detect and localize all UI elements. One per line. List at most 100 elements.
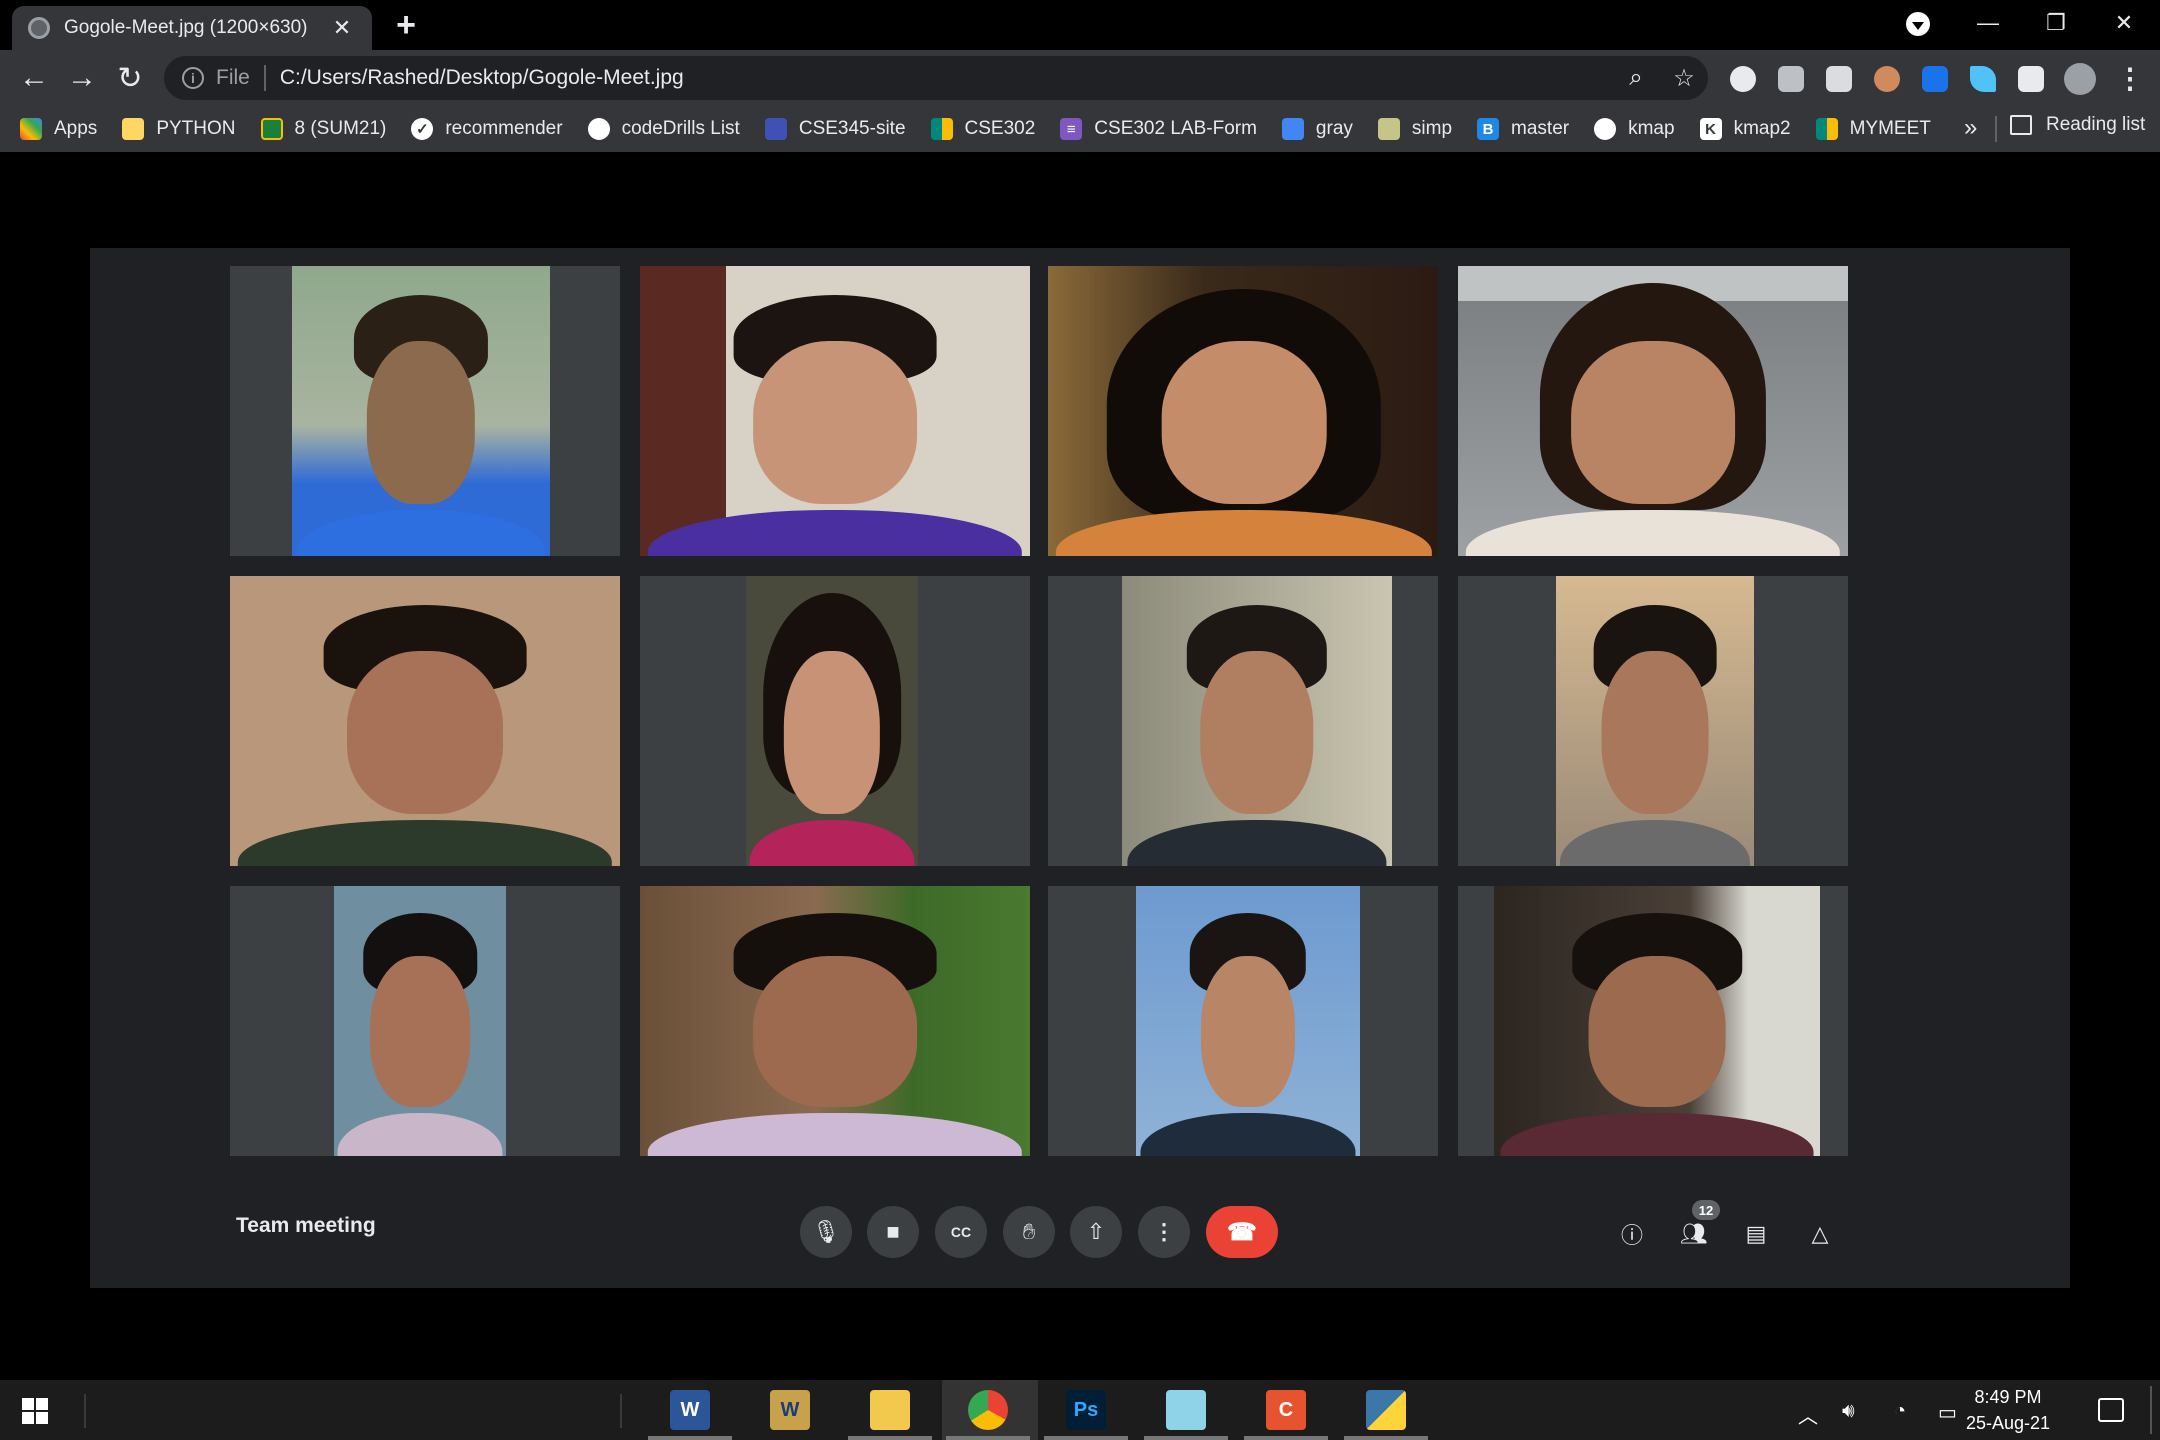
running-indicator bbox=[1244, 1436, 1328, 1440]
back-icon[interactable]: ← bbox=[14, 58, 54, 98]
bookmark-kmap2[interactable]: Kkmap2 bbox=[1699, 118, 1791, 140]
participant-tile bbox=[230, 576, 620, 866]
address-bar[interactable]: i File C:/Users/Rashed/Desktop/Gogole-Me… bbox=[164, 56, 1708, 100]
end-call-button[interactable]: ☎ bbox=[1206, 1206, 1278, 1258]
captions-icon[interactable]: CC bbox=[935, 1206, 987, 1258]
battery-icon[interactable]: ▭ bbox=[1938, 1400, 1957, 1425]
extension-feather-icon[interactable] bbox=[1970, 66, 1996, 92]
bookmark-apps[interactable]: Apps bbox=[20, 118, 97, 140]
meeting-info-icon[interactable]: ⓘ bbox=[1614, 1216, 1650, 1252]
meeting-title: Team meeting bbox=[236, 1214, 376, 1237]
extension-glasses-icon[interactable] bbox=[1730, 66, 1756, 92]
zoom-icon[interactable]: ⌕ bbox=[1612, 64, 1660, 92]
forward-icon[interactable]: → bbox=[62, 58, 102, 98]
more-options-icon[interactable]: ⋮ bbox=[1138, 1206, 1190, 1258]
extension-shield-icon[interactable] bbox=[1826, 66, 1852, 92]
running-indicator bbox=[1144, 1436, 1228, 1440]
python-icon[interactable] bbox=[1366, 1390, 1406, 1430]
bookmark-mymeet[interactable]: MYMEET bbox=[1815, 118, 1931, 140]
bookmark-cse302-lab-form[interactable]: ≡ CSE302 LAB-Form bbox=[1060, 118, 1257, 140]
profile-avatar[interactable] bbox=[2064, 63, 2096, 95]
participant-tile bbox=[1048, 576, 1438, 866]
raise-hand-icon[interactable]: ✋︎ bbox=[1003, 1206, 1055, 1258]
omnibox-divider bbox=[263, 65, 266, 91]
participants-icon[interactable]: 👥︎ bbox=[1676, 1216, 1712, 1252]
shirt bbox=[1055, 509, 1433, 556]
bookmark-cse345-site[interactable]: CSE345-site bbox=[764, 118, 906, 140]
tray-overflow-icon[interactable]: ︿ bbox=[1798, 1400, 1818, 1429]
present-screen-icon[interactable]: ⇧ bbox=[1070, 1206, 1122, 1258]
activities-icon[interactable]: △ bbox=[1802, 1216, 1838, 1252]
shirt bbox=[1465, 509, 1841, 556]
bookmark-cse302[interactable]: CSE302 bbox=[930, 118, 1035, 140]
site-icon bbox=[764, 118, 787, 140]
shirt bbox=[647, 1112, 1023, 1156]
notes-app-icon[interactable] bbox=[1166, 1390, 1206, 1430]
tab-search-icon[interactable] bbox=[1906, 12, 1930, 36]
participant-tile bbox=[230, 886, 620, 1156]
globe-icon bbox=[1594, 118, 1617, 140]
system-clock[interactable]: 8:49 PM 25-Aug-21 bbox=[1966, 1384, 2050, 1436]
show-desktop-button[interactable] bbox=[2150, 1386, 2152, 1434]
bookmark-gray[interactable]: gray bbox=[1281, 118, 1353, 140]
participant-video bbox=[746, 576, 918, 866]
face bbox=[1200, 956, 1296, 1108]
extension-code-icon[interactable] bbox=[1922, 66, 1948, 92]
face bbox=[1200, 651, 1314, 814]
windows-start-icon[interactable] bbox=[22, 1398, 48, 1424]
bookmark-label: PYTHON bbox=[156, 118, 236, 139]
window-close-icon[interactable]: ✕ bbox=[2090, 0, 2158, 46]
face bbox=[1571, 341, 1735, 504]
shirt bbox=[297, 509, 545, 556]
participant-video bbox=[230, 576, 620, 866]
extensions-puzzle-icon[interactable] bbox=[2018, 66, 2044, 92]
word-icon[interactable]: W bbox=[670, 1390, 710, 1430]
bookmark-star-icon[interactable]: ☆ bbox=[1660, 64, 1708, 93]
tab-strip: Gogole-Meet.jpg (1200×630) ✕ + — ❐ ✕ bbox=[0, 0, 2160, 50]
wifi-icon[interactable]: ◔ bbox=[1894, 1400, 1906, 1423]
file-explorer-icon[interactable] bbox=[870, 1390, 910, 1430]
face bbox=[783, 651, 881, 814]
extension-monkey-icon[interactable] bbox=[1874, 66, 1900, 92]
camtasia-icon[interactable]: C bbox=[1266, 1390, 1306, 1430]
meet-icon bbox=[1815, 118, 1838, 140]
bookmarks-overflow-icon[interactable]: » bbox=[1964, 114, 1977, 142]
participant-video bbox=[1122, 576, 1392, 866]
participant-video bbox=[1494, 886, 1820, 1156]
url-text[interactable]: C:/Users/Rashed/Desktop/Gogole-Meet.jpg bbox=[280, 66, 1612, 90]
shirt bbox=[1500, 1112, 1814, 1156]
running-indicator bbox=[1344, 1436, 1428, 1440]
participant-tile bbox=[640, 576, 1030, 866]
taskbar-divider bbox=[620, 1394, 622, 1428]
chrome-menu-icon[interactable]: ⋮ bbox=[2116, 62, 2144, 95]
bookmark-kmap[interactable]: kmap bbox=[1594, 118, 1675, 140]
running-indicator bbox=[648, 1436, 732, 1440]
clock-time: 8:49 PM bbox=[1974, 1387, 2042, 1407]
chrome-icon[interactable] bbox=[968, 1390, 1008, 1430]
extension-card-icon[interactable] bbox=[1778, 66, 1804, 92]
wps-writer-icon[interactable]: W bbox=[770, 1390, 810, 1430]
restore-icon[interactable]: ❐ bbox=[2022, 0, 2090, 46]
minimize-icon[interactable]: — bbox=[1954, 0, 2022, 46]
chat-icon[interactable]: ▤ bbox=[1738, 1216, 1774, 1252]
bookmark-master[interactable]: Bmaster bbox=[1477, 118, 1569, 140]
face bbox=[1588, 956, 1726, 1108]
site-info-icon[interactable]: i bbox=[182, 67, 204, 89]
microphone-icon[interactable]: 🎙︎ bbox=[800, 1206, 852, 1258]
bookmark-label: kmap2 bbox=[1733, 118, 1791, 139]
new-tab-button[interactable]: + bbox=[388, 6, 424, 45]
photoshop-icon[interactable]: Ps bbox=[1066, 1390, 1106, 1430]
browser-tab[interactable]: Gogole-Meet.jpg (1200×630) ✕ bbox=[12, 6, 372, 50]
bookmark-simp[interactable]: simp bbox=[1377, 118, 1452, 140]
volume-icon[interactable]: 🔊︎ bbox=[1842, 1400, 1855, 1423]
tab-close-icon[interactable]: ✕ bbox=[328, 15, 356, 41]
notifications-icon[interactable] bbox=[2098, 1398, 2124, 1422]
reading-list-button[interactable]: Reading list bbox=[2010, 114, 2145, 136]
reload-icon[interactable]: ↻ bbox=[110, 58, 150, 98]
bookmark-sum21[interactable]: 8 (SUM21) bbox=[260, 118, 386, 140]
camera-icon[interactable]: ■ bbox=[867, 1206, 919, 1258]
bookmark-recommender[interactable]: ✓ recommender bbox=[411, 118, 563, 140]
doc-icon bbox=[1281, 118, 1304, 140]
bookmark-codedrills[interactable]: codeDrills List bbox=[587, 118, 740, 140]
bookmark-python[interactable]: PYTHON bbox=[122, 118, 236, 140]
